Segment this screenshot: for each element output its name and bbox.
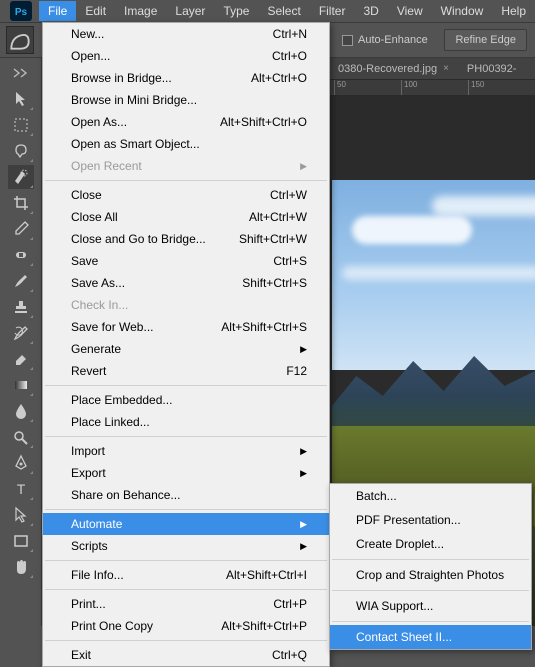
menu-file[interactable]: File (39, 1, 76, 21)
document-tab[interactable]: 0380-Recovered.jpg × (330, 60, 457, 78)
healing-tool[interactable] (8, 243, 34, 267)
image-content (342, 266, 535, 280)
image-content (352, 216, 472, 244)
menu-separator (45, 180, 327, 181)
menu-item-open-recent[interactable]: Open Recent▶ (43, 155, 329, 177)
app-logo: Ps (6, 1, 35, 21)
menu-item-browse-bridge[interactable]: Browse in Bridge...Alt+Ctrl+O (43, 67, 329, 89)
menu-item-scripts[interactable]: Scripts▶ (43, 535, 329, 557)
menu-item-automate[interactable]: Automate▶ (43, 513, 329, 535)
menubar: Ps File Edit Image Layer Type Select Fil… (0, 0, 535, 22)
tab-close-icon[interactable]: × (443, 63, 449, 74)
menu-separator (332, 559, 529, 560)
menu-window[interactable]: Window (432, 1, 493, 21)
menu-item-close-bridge[interactable]: Close and Go to Bridge...Shift+Ctrl+W (43, 228, 329, 250)
menu-select[interactable]: Select (258, 1, 309, 21)
menu-item-close-all[interactable]: Close AllAlt+Ctrl+W (43, 206, 329, 228)
menu-item-import[interactable]: Import▶ (43, 440, 329, 462)
menu-item-check-in[interactable]: Check In... (43, 294, 329, 316)
menu-item-close[interactable]: CloseCtrl+W (43, 184, 329, 206)
menu-separator (45, 560, 327, 561)
menu-separator (332, 590, 529, 591)
menu-item-save-as[interactable]: Save As...Shift+Ctrl+S (43, 272, 329, 294)
menu-item-file-info[interactable]: File Info...Alt+Shift+Ctrl+I (43, 564, 329, 586)
quick-select-tool[interactable] (8, 165, 34, 189)
dodge-tool[interactable] (8, 425, 34, 449)
ruler-tick: 150 (468, 80, 535, 95)
tab-title: PH00392- (467, 63, 517, 75)
submenu-item-wia-support[interactable]: WIA Support... (330, 594, 531, 618)
svg-text:Ps: Ps (14, 7, 27, 18)
submenu-item-crop-straighten[interactable]: Crop and Straighten Photos (330, 563, 531, 587)
refine-edge-button[interactable]: Refine Edge (444, 29, 527, 51)
menu-item-open[interactable]: Open...Ctrl+O (43, 45, 329, 67)
crop-tool[interactable] (8, 191, 34, 215)
active-tool-icon[interactable] (6, 26, 34, 54)
ruler-tick: 100 (401, 80, 468, 95)
history-brush-tool[interactable] (8, 321, 34, 345)
menu-separator (332, 621, 529, 622)
path-select-tool[interactable] (8, 503, 34, 527)
menu-item-open-smart[interactable]: Open as Smart Object... (43, 133, 329, 155)
file-menu-dropdown: New...Ctrl+N Open...Ctrl+O Browse in Bri… (42, 22, 330, 667)
lasso-tool[interactable] (8, 139, 34, 163)
type-tool[interactable]: T (8, 477, 34, 501)
move-tool[interactable] (8, 87, 34, 111)
menu-filter[interactable]: Filter (310, 1, 355, 21)
menu-separator (45, 436, 327, 437)
pen-tool[interactable] (8, 451, 34, 475)
menu-edit[interactable]: Edit (76, 1, 115, 21)
auto-enhance-label: Auto-Enhance (358, 34, 428, 46)
menu-item-place-embedded[interactable]: Place Embedded... (43, 389, 329, 411)
menu-help[interactable]: Help (492, 1, 535, 21)
auto-enhance-checkbox[interactable] (342, 35, 353, 46)
menu-item-save[interactable]: SaveCtrl+S (43, 250, 329, 272)
submenu-item-contact-sheet[interactable]: Contact Sheet II... (330, 625, 531, 649)
menu-item-print-one[interactable]: Print One CopyAlt+Shift+Ctrl+P (43, 615, 329, 637)
menu-item-place-linked[interactable]: Place Linked... (43, 411, 329, 433)
panel-collapse-icon[interactable] (12, 66, 30, 80)
automate-submenu: Batch... PDF Presentation... Create Drop… (329, 483, 532, 650)
app: Ps File Edit Image Layer Type Select Fil… (0, 0, 535, 626)
document-tab[interactable]: PH00392- (459, 60, 525, 78)
tab-title: 0380-Recovered.jpg (338, 63, 437, 75)
menu-image[interactable]: Image (115, 1, 166, 21)
shape-tool[interactable] (8, 529, 34, 553)
menu-separator (45, 589, 327, 590)
image-content (432, 196, 535, 216)
ruler-tick: 50 (334, 80, 401, 95)
submenu-item-pdf-presentation[interactable]: PDF Presentation... (330, 508, 531, 532)
menu-item-print[interactable]: Print...Ctrl+P (43, 593, 329, 615)
menu-item-save-for-web[interactable]: Save for Web...Alt+Shift+Ctrl+S (43, 316, 329, 338)
stamp-tool[interactable] (8, 295, 34, 319)
submenu-item-batch[interactable]: Batch... (330, 484, 531, 508)
eraser-tool[interactable] (8, 347, 34, 371)
menu-view[interactable]: View (388, 1, 432, 21)
menu-item-export[interactable]: Export▶ (43, 462, 329, 484)
hand-tool[interactable] (8, 555, 34, 579)
submenu-item-create-droplet[interactable]: Create Droplet... (330, 532, 531, 556)
menu-item-revert[interactable]: RevertF12 (43, 360, 329, 382)
marquee-tool[interactable] (8, 113, 34, 137)
eyedropper-tool[interactable] (8, 217, 34, 241)
menu-separator (45, 509, 327, 510)
tools-panel: T (0, 58, 42, 626)
menu-item-new[interactable]: New...Ctrl+N (43, 23, 329, 45)
svg-text:T: T (16, 481, 25, 497)
auto-enhance-option[interactable]: Auto-Enhance (342, 34, 428, 46)
menu-separator (45, 640, 327, 641)
menu-item-browse-mini-bridge[interactable]: Browse in Mini Bridge... (43, 89, 329, 111)
menu-item-generate[interactable]: Generate▶ (43, 338, 329, 360)
menu-item-open-as[interactable]: Open As...Alt+Shift+Ctrl+O (43, 111, 329, 133)
menu-separator (45, 385, 327, 386)
blur-tool[interactable] (8, 399, 34, 423)
menu-layer[interactable]: Layer (166, 1, 214, 21)
menu-item-share-behance[interactable]: Share on Behance... (43, 484, 329, 506)
menu-3d[interactable]: 3D (354, 1, 387, 21)
menu-item-exit[interactable]: ExitCtrl+Q (43, 644, 329, 666)
menu-type[interactable]: Type (214, 1, 258, 21)
gradient-tool[interactable] (8, 373, 34, 397)
brush-tool[interactable] (8, 269, 34, 293)
